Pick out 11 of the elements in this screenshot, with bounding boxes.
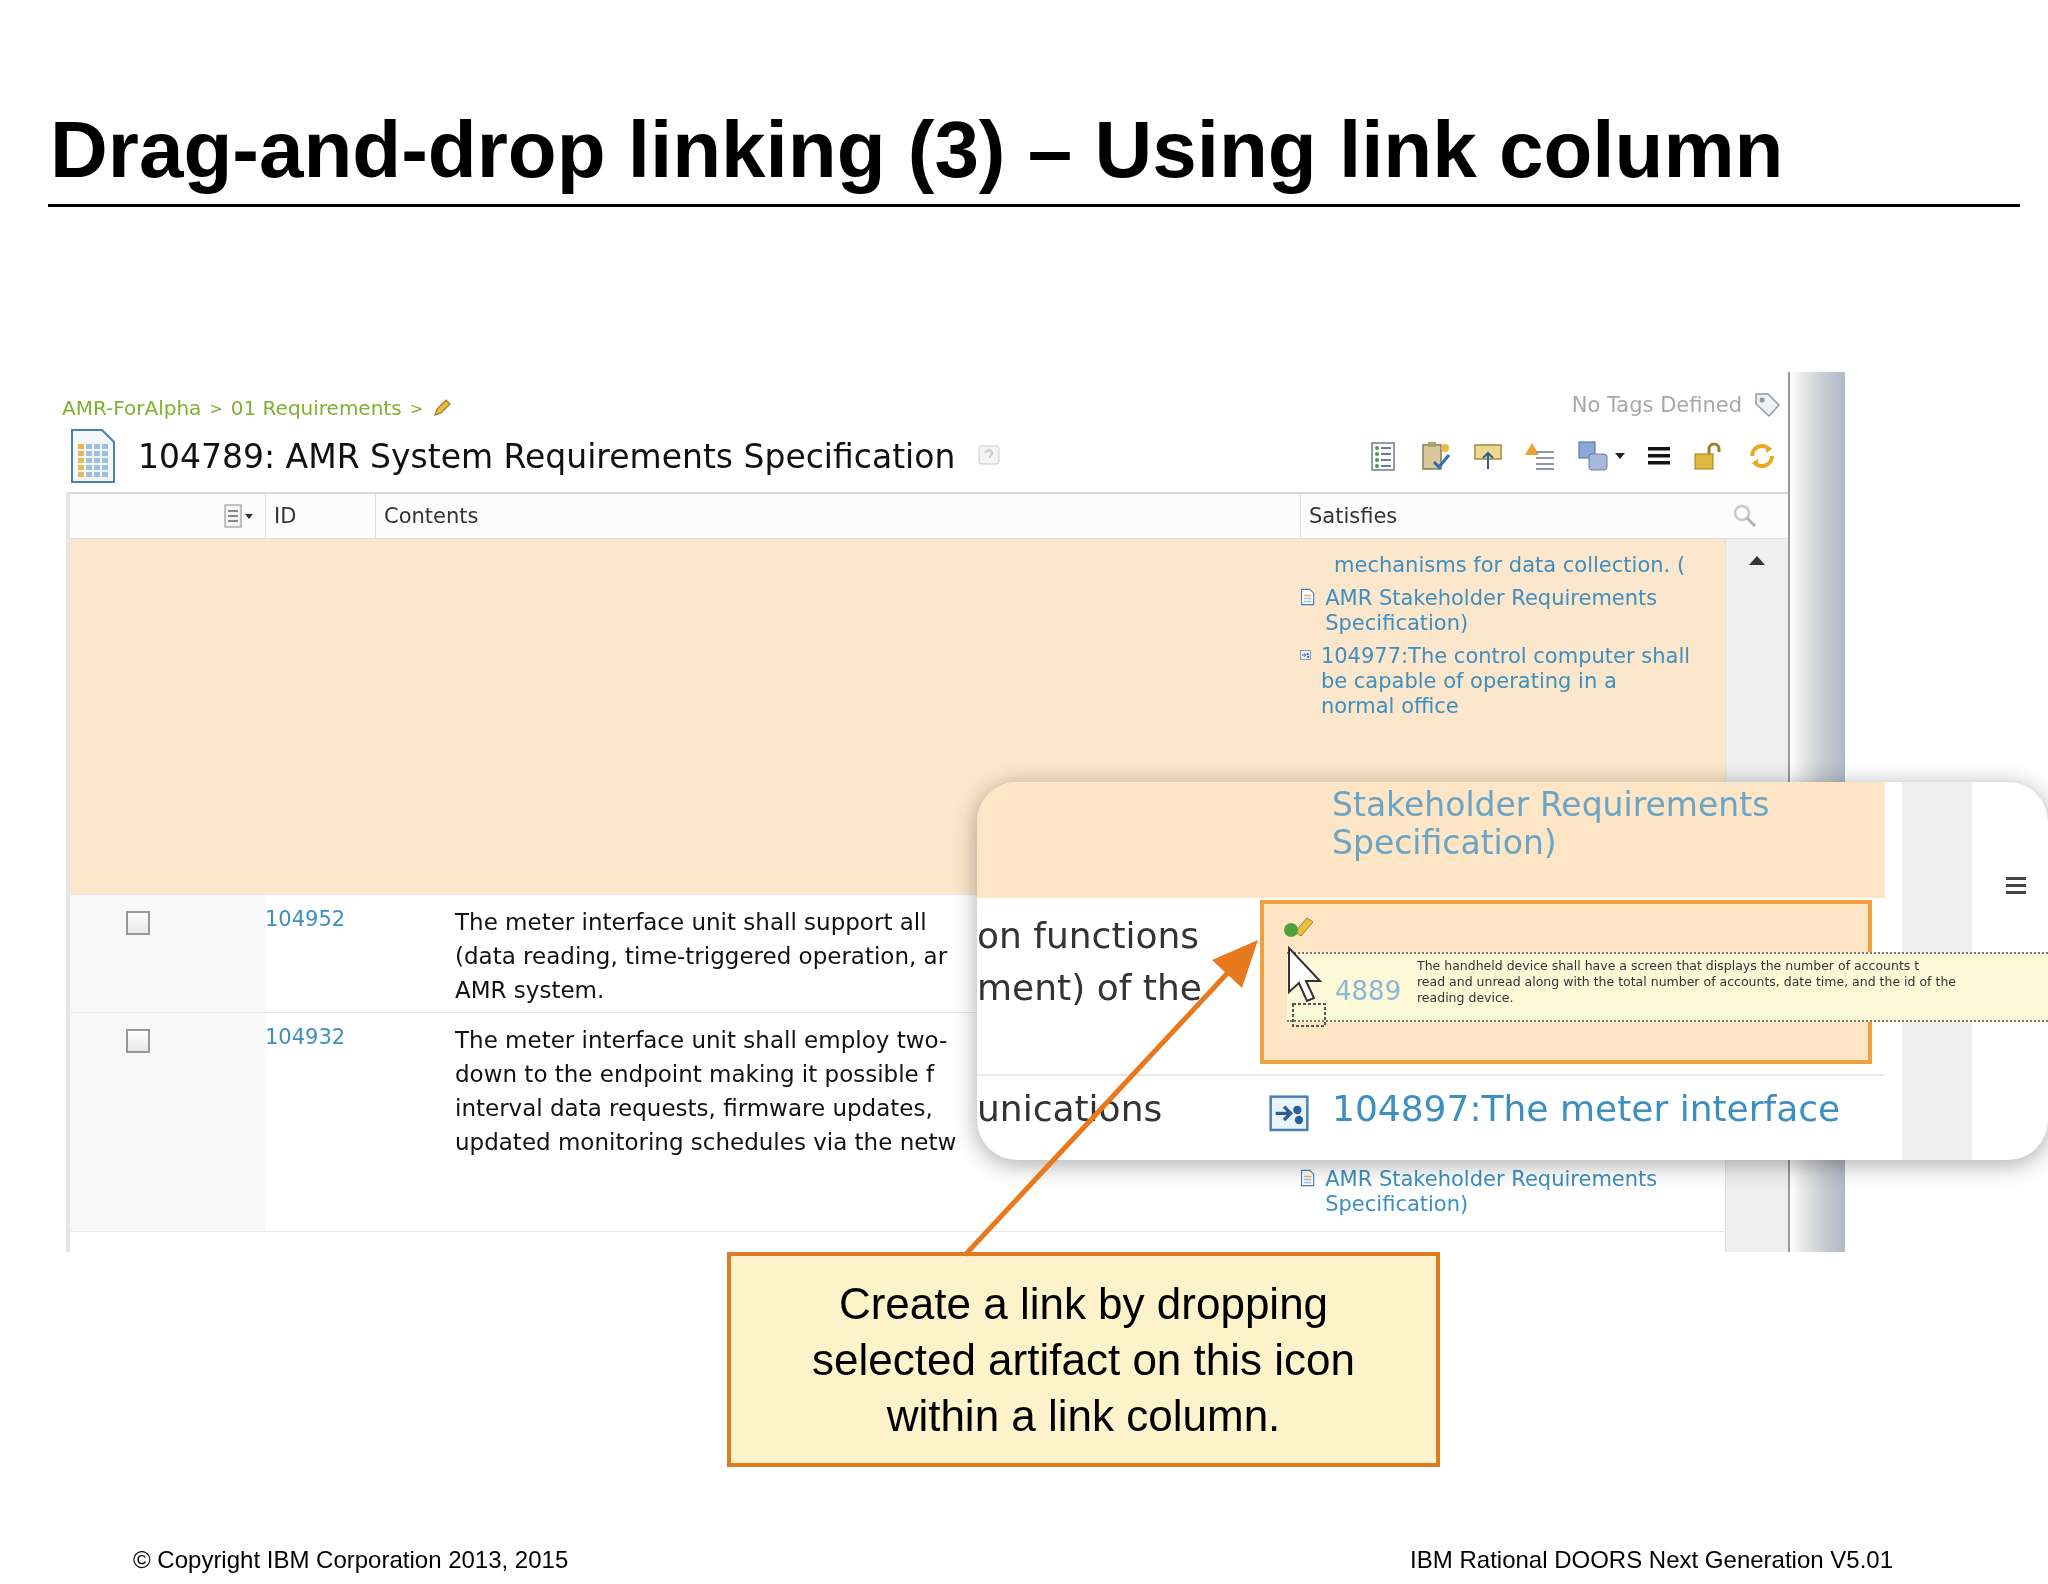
requirement-text: The meter interface unit shall employ two- down to the endpoint making it possible f interval data requests, firmware updates, updated monitoring schedules via the netw [455,1026,957,1157]
breadcrumb-separator: > [409,398,424,418]
product-name: IBM Rational DOORS Next Generation V5.01 [1410,1546,1893,1574]
tags-label: No Tags Defined [1571,393,1743,417]
requirement-text: on functions ment) of the [977,914,1202,1010]
copyright-text: © Copyright IBM Corporation 2013, 2015 [133,1546,569,1574]
slide-title: Drag-and-drop linking (3) – Using link column [49,104,1785,196]
requirement-text: The meter interface unit shall support all (data reading, time-triggered operation, ar AMR system. [455,908,948,1005]
breadcrumb-separator: > [209,398,223,418]
callout-text: Create a link by dropping selected artifact on this icon within a link column. [812,1277,1355,1442]
artifact-title: 104789: AMR System Requirements Specification [138,436,956,476]
